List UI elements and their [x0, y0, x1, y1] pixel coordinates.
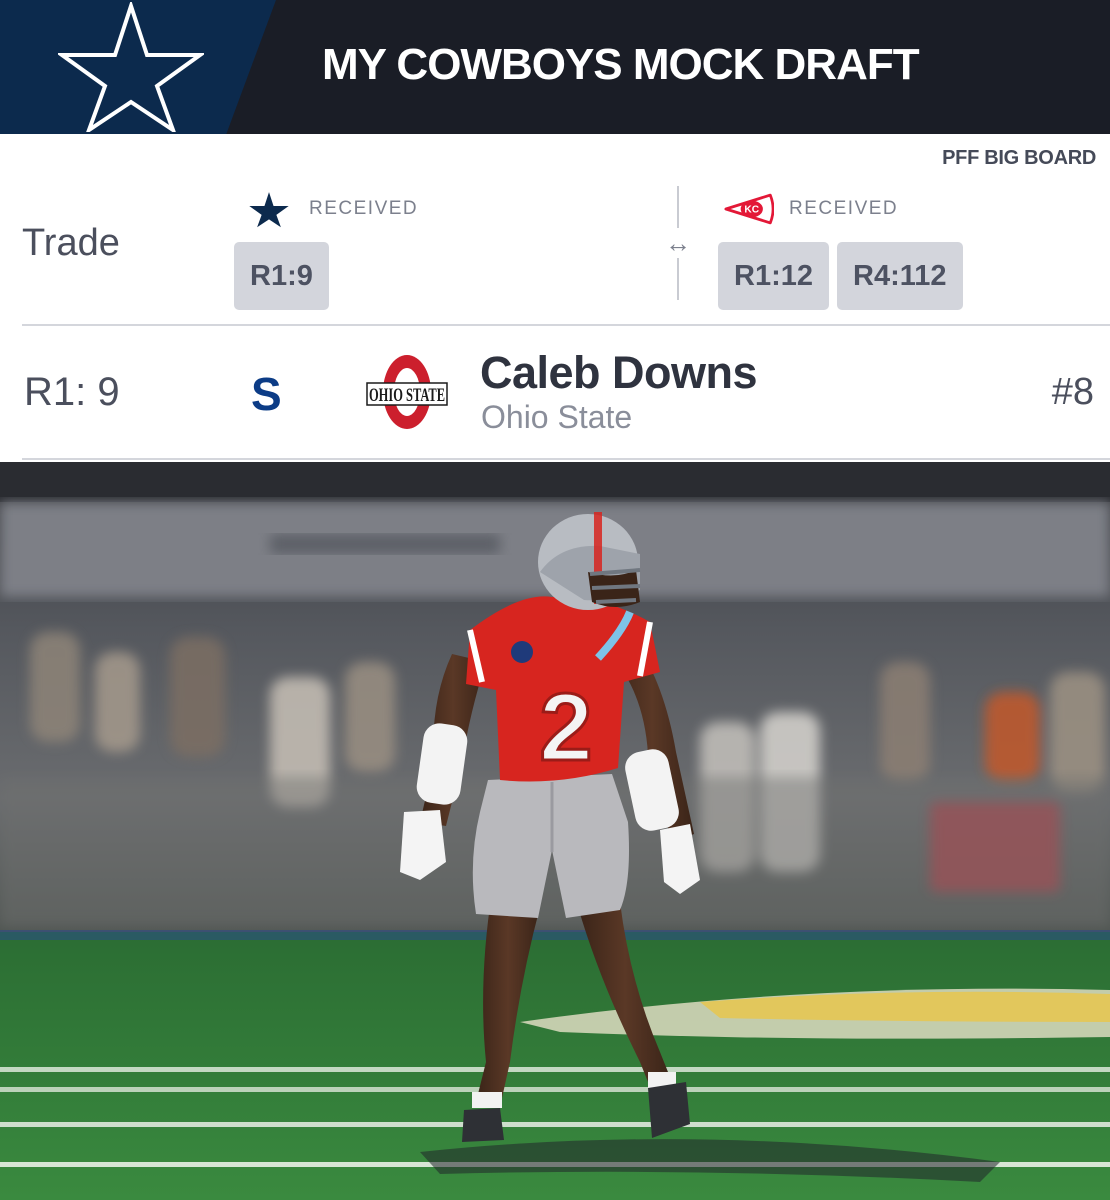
pick-chip[interactable]: R4:112: [837, 242, 963, 310]
received-picks: R1:12 R4:112: [718, 242, 963, 310]
player-photo: 2: [0, 462, 1110, 1200]
player-name[interactable]: Caleb Downs: [480, 347, 758, 399]
section-divider: [22, 324, 1110, 326]
received-label: RECEIVED: [789, 198, 899, 219]
big-board-rank: #8: [1051, 371, 1094, 413]
pick-slot: R1: 9: [24, 370, 120, 414]
position-badge: S: [251, 368, 282, 420]
page-title: MY COWBOYS MOCK DRAFT: [322, 40, 920, 89]
svg-text:2: 2: [539, 674, 592, 781]
received-picks: R1:9: [234, 242, 418, 310]
svg-text:OHIO STATE: OHIO STATE: [369, 385, 445, 406]
cowboys-star-icon: [58, 2, 204, 132]
trade-divider: [677, 258, 679, 300]
player-school: Ohio State: [481, 399, 633, 435]
trade-side-header: KC RECEIVED: [724, 186, 963, 232]
trade-divider: [677, 186, 679, 228]
trade-side-header: RECEIVED: [244, 186, 418, 232]
chiefs-arrowhead-icon: KC: [724, 186, 774, 232]
ohio-state-logo-icon: OHIO STATE: [366, 355, 448, 429]
received-label: RECEIVED: [309, 198, 419, 219]
section-divider: [22, 458, 1110, 460]
pick-chip[interactable]: R1:12: [718, 242, 829, 310]
trade-side-chiefs: KC RECEIVED R1:12 R4:112: [718, 186, 963, 310]
svg-text:KC: KC: [744, 205, 759, 216]
trade-side-cowboys: RECEIVED R1:9: [234, 186, 418, 310]
app-header: MY COWBOYS MOCK DRAFT: [0, 0, 1110, 134]
pick-chip[interactable]: R1:9: [234, 242, 329, 310]
trade-label: Trade: [22, 222, 120, 264]
pff-big-board-link[interactable]: PFF BIG BOARD: [942, 147, 1096, 170]
cowboys-star-icon: [244, 186, 294, 232]
swap-arrows-icon: ↔: [665, 227, 691, 258]
